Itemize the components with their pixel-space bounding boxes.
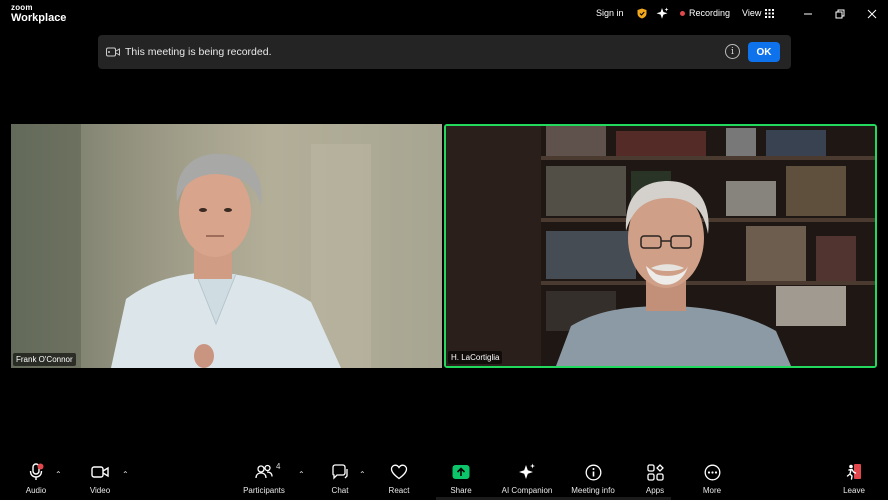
title-bar: zoom Workplace Sign in Recording View <box>0 0 888 30</box>
participants-icon <box>255 464 273 479</box>
participants-options-chevron-up-icon[interactable]: ⌃ <box>298 470 305 479</box>
meeting-info-label: Meeting info <box>571 486 615 495</box>
recording-label: Recording <box>689 8 731 18</box>
ai-sparkle-icon[interactable] <box>656 7 669 20</box>
share-label: Share <box>450 486 472 495</box>
video-label: Video <box>89 486 111 495</box>
more-label: More <box>702 486 722 495</box>
grid-icon <box>765 8 775 18</box>
apps-icon <box>646 463 664 481</box>
apps-button[interactable]: Apps <box>625 462 685 495</box>
participant-name-tag: H. LaCortiglia <box>448 351 503 364</box>
participants-label: Participants <box>243 486 285 495</box>
logo-zoom: zoom <box>11 3 33 12</box>
restore-icon[interactable] <box>832 6 848 22</box>
microphone-icon <box>29 463 44 480</box>
recording-camera-icon <box>106 47 120 57</box>
meeting-toolbar: Audio ⌃ Video ⌃ Participants 4 ⌃ Chat ⌃ … <box>0 456 888 500</box>
leave-door-icon <box>846 464 861 480</box>
chat-label: Chat <box>331 486 349 495</box>
leave-label: Leave <box>843 486 865 495</box>
chat-icon <box>332 464 348 480</box>
share-screen-icon <box>452 465 470 479</box>
app-logo: zoom Workplace <box>11 4 66 24</box>
react-label: React <box>388 486 410 495</box>
logo-workplace: Workplace <box>11 12 67 24</box>
video-options-chevron-up-icon[interactable]: ⌃ <box>122 470 129 479</box>
ai-companion-label: AI Companion <box>501 486 553 495</box>
audio-options-chevron-up-icon[interactable]: ⌃ <box>55 470 62 479</box>
share-button[interactable]: Share <box>431 462 491 495</box>
security-shield-icon[interactable] <box>637 8 647 19</box>
info-icon[interactable]: i <box>725 44 740 59</box>
ai-companion-button[interactable]: AI Companion <box>497 462 557 495</box>
recording-indicator[interactable]: Recording <box>680 8 730 18</box>
participants-count: 4 <box>276 462 281 471</box>
minimize-icon[interactable] <box>800 6 816 22</box>
info-circle-icon <box>585 464 601 480</box>
audio-label: Audio <box>25 486 47 495</box>
participant-name-tag: Frank O'Connor <box>13 353 76 366</box>
sign-in-link[interactable]: Sign in <box>596 8 624 18</box>
participants-button[interactable]: Participants <box>234 462 294 495</box>
view-label: View <box>742 8 762 18</box>
video-camera-icon <box>91 466 109 478</box>
react-button[interactable]: React <box>369 462 429 495</box>
heart-icon <box>390 464 408 480</box>
video-button[interactable]: Video <box>70 462 130 495</box>
recording-banner: This meeting is being recorded. i OK <box>98 35 791 69</box>
apps-label: Apps <box>645 486 665 495</box>
video-tile-frank[interactable]: Frank O'Connor <box>11 124 442 368</box>
leave-button[interactable]: Leave <box>824 462 884 495</box>
meeting-info-button[interactable]: Meeting info <box>563 462 623 495</box>
ok-button[interactable]: OK <box>748 42 780 62</box>
video-tile-lacortiglia[interactable]: H. LaCortiglia <box>444 124 877 368</box>
chat-options-chevron-up-icon[interactable]: ⌃ <box>359 470 366 479</box>
ai-companion-sparkle-icon <box>519 463 535 479</box>
view-button[interactable]: View <box>742 8 775 18</box>
more-icon <box>704 464 720 480</box>
video-feed-frank <box>11 124 442 368</box>
banner-message: This meeting is being recorded. <box>125 46 272 58</box>
recording-dot-icon <box>680 10 685 16</box>
close-icon[interactable] <box>864 6 880 22</box>
video-feed-lacortiglia <box>446 126 875 366</box>
more-button[interactable]: More <box>682 462 742 495</box>
